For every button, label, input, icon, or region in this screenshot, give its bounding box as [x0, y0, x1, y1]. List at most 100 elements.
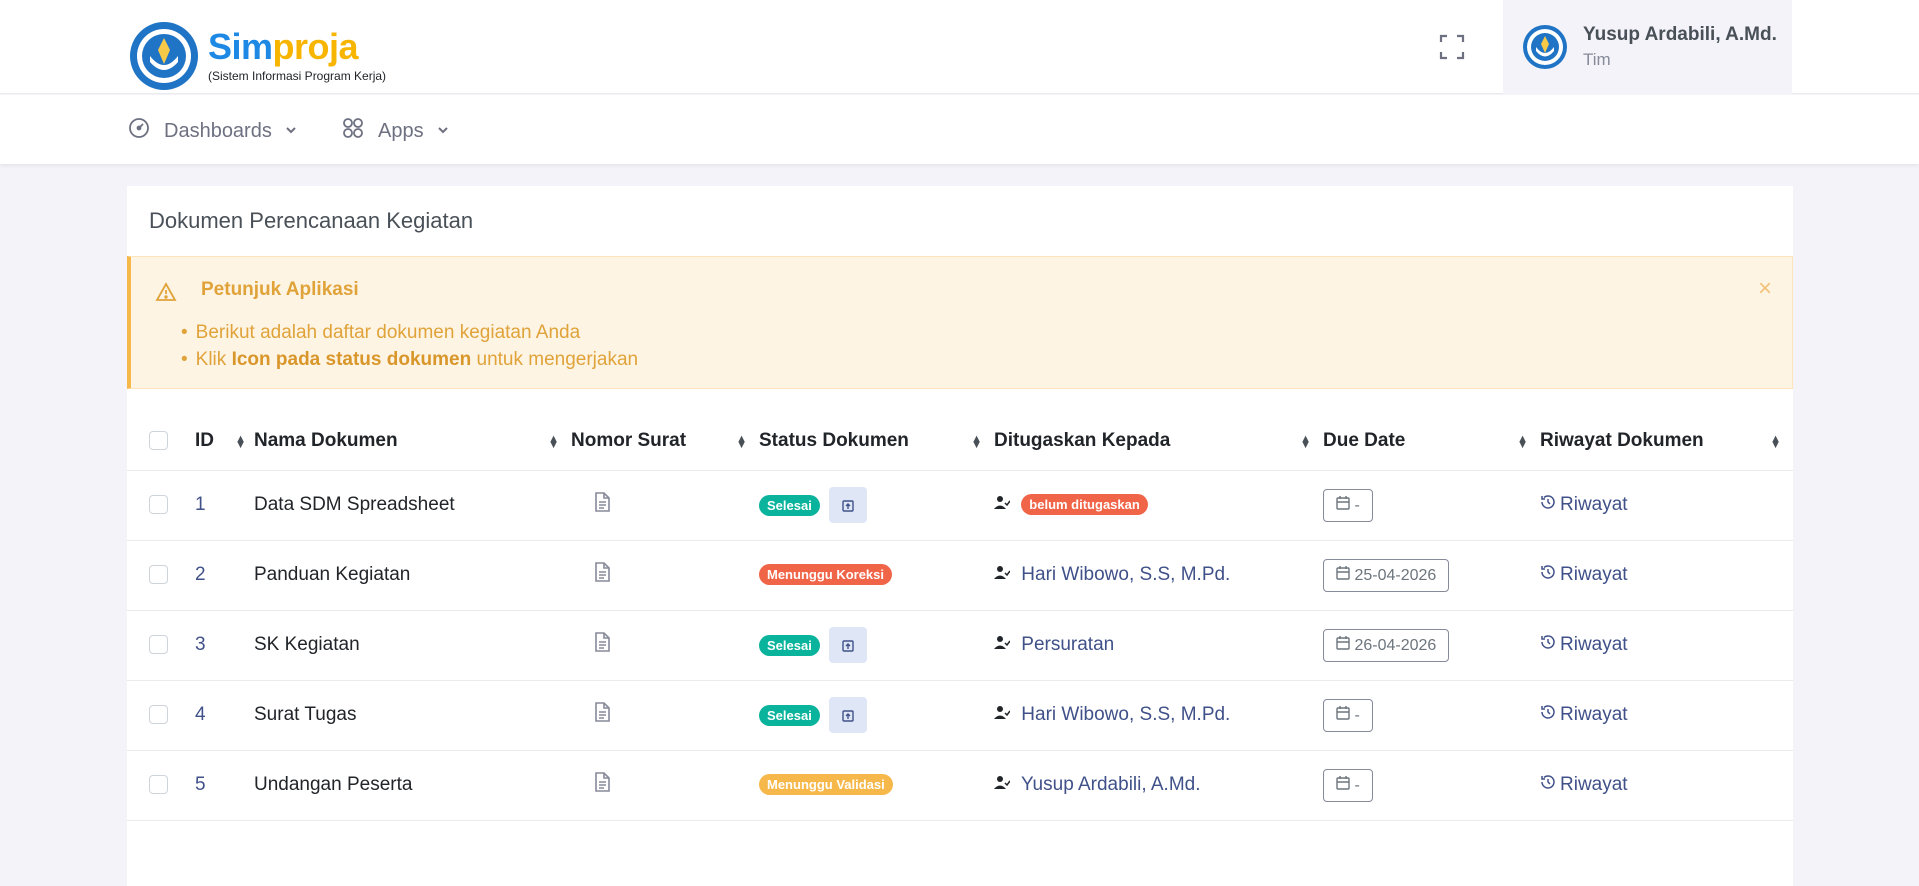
user-profile-dropdown[interactable]: Yusup Ardabili, A.Md. Tim: [1503, 0, 1792, 94]
upload-button[interactable]: [829, 697, 868, 733]
sort-icon[interactable]: ▲ ▼: [971, 434, 982, 451]
page-title: Dokumen Perencanaan Kegiatan: [149, 208, 474, 233]
assignee-link[interactable]: Persuratan: [1021, 634, 1114, 655]
calendar-icon: [1336, 565, 1350, 584]
upload-button[interactable]: [829, 627, 868, 663]
due-date-button[interactable]: -: [1323, 698, 1373, 732]
assignee-link[interactable]: Hari Wibowo, S.S, M.Pd.: [1021, 704, 1230, 725]
table-row[interactable]: 2 Panduan Kegiatan Menunggu Koreksi Hari…: [127, 540, 1793, 611]
chevron-down-icon: [436, 120, 450, 143]
row-checkbox[interactable]: [149, 565, 168, 585]
history-link[interactable]: Riwayat: [1540, 564, 1628, 585]
history-link[interactable]: Riwayat: [1540, 704, 1628, 725]
row-checkbox[interactable]: [149, 495, 168, 515]
due-date-button[interactable]: -: [1323, 488, 1373, 522]
grid-icon: [342, 117, 364, 145]
main-navbar: Dashboards Apps: [0, 95, 1919, 164]
due-date-value: -: [1354, 776, 1360, 794]
user-name: Yusup Ardabili, A.Md.: [1583, 24, 1777, 45]
speedometer-icon: [128, 117, 150, 145]
assignee-cell: belum ditugaskan: [994, 470, 1323, 541]
due-date-button[interactable]: 25-04-2026: [1323, 558, 1450, 592]
document-name: Data SDM Spreadsheet: [254, 470, 571, 541]
nav-apps[interactable]: Apps: [342, 117, 450, 145]
col-header-ditugaskan-kepada[interactable]: Ditugaskan Kepada ▲ ▼: [994, 412, 1323, 471]
history-icon: [1540, 774, 1556, 796]
select-all-checkbox[interactable]: [149, 431, 168, 451]
col-header-id[interactable]: ID ▲ ▼: [195, 412, 254, 471]
status-cell: Selesai: [759, 470, 994, 541]
history-cell: Riwayat: [1540, 610, 1793, 681]
history-cell: Riwayat: [1540, 540, 1793, 611]
nomor-surat-cell: [571, 470, 759, 541]
table-row[interactable]: 3 SK Kegiatan Selesai Persuratan 26-04-2…: [127, 610, 1793, 681]
upload-icon: [841, 707, 855, 728]
table-row[interactable]: 5 Undangan Peserta Menunggu Validasi Yus…: [127, 750, 1793, 821]
row-checkbox[interactable]: [149, 635, 168, 655]
user-assign-icon: [994, 494, 1011, 516]
assignee-cell: Persuratan: [994, 610, 1323, 681]
nomor-surat-cell: [571, 610, 759, 681]
history-link[interactable]: Riwayat: [1540, 494, 1628, 515]
user-assign-icon: [994, 704, 1011, 726]
nav-dashboards[interactable]: Dashboards: [128, 117, 298, 145]
id-cell: 5: [195, 750, 254, 821]
unassigned-badge[interactable]: belum ditugaskan: [1021, 494, 1148, 516]
row-select-cell: [127, 750, 195, 821]
table-row[interactable]: 1 Data SDM Spreadsheet Selesai belum dit…: [127, 470, 1793, 541]
avatar: [1523, 25, 1567, 69]
file-document-icon[interactable]: [591, 491, 613, 519]
user-assign-icon: [994, 564, 1011, 586]
col-header-due-date[interactable]: Due Date ▲ ▼: [1323, 412, 1540, 471]
due-date-button[interactable]: -: [1323, 768, 1373, 802]
app-logo[interactable]: Simproja (Sistem Informasi Program Kerja…: [130, 22, 386, 90]
row-checkbox[interactable]: [149, 705, 168, 725]
sort-icon[interactable]: ▲ ▼: [736, 434, 747, 451]
status-cell: Selesai: [759, 610, 994, 681]
col-header-status-dokumen[interactable]: Status Dokumen ▲ ▼: [759, 412, 994, 471]
document-id-link[interactable]: 1: [195, 494, 206, 515]
history-icon: [1540, 564, 1556, 586]
history-link[interactable]: Riwayat: [1540, 774, 1628, 795]
document-card: Dokumen Perencanaan Kegiatan Petunjuk Ap…: [127, 186, 1793, 886]
col-header-riwayat-dokumen[interactable]: Riwayat Dokumen ▲ ▼: [1540, 412, 1793, 471]
calendar-icon: [1336, 495, 1350, 514]
history-icon: [1540, 634, 1556, 656]
history-link[interactable]: Riwayat: [1540, 634, 1628, 655]
file-document-icon[interactable]: [591, 701, 613, 729]
document-id-link[interactable]: 4: [195, 704, 206, 725]
document-id-link[interactable]: 2: [195, 564, 206, 585]
file-document-icon[interactable]: [591, 771, 613, 799]
assignee-link[interactable]: Yusup Ardabili, A.Md.: [1021, 774, 1201, 795]
nomor-surat-cell: [571, 540, 759, 611]
assignee-link[interactable]: Hari Wibowo, S.S, M.Pd.: [1021, 564, 1230, 585]
file-document-icon[interactable]: [591, 561, 613, 589]
nomor-surat-cell: [571, 680, 759, 751]
sort-icon[interactable]: ▲ ▼: [1517, 434, 1528, 451]
col-header-nomor-surat[interactable]: Nomor Surat ▲ ▼: [571, 412, 759, 471]
sort-icon[interactable]: ▲ ▼: [1770, 434, 1781, 451]
file-document-icon[interactable]: [591, 631, 613, 659]
due-date-button[interactable]: 26-04-2026: [1323, 628, 1450, 662]
upload-button[interactable]: [829, 487, 868, 523]
document-id-link[interactable]: 3: [195, 634, 206, 655]
upload-icon: [841, 497, 855, 518]
sort-icon[interactable]: ▲ ▼: [548, 434, 559, 451]
col-header-nama-dokumen[interactable]: Nama Dokumen ▲ ▼: [254, 412, 571, 471]
due-date-cell: -: [1323, 750, 1540, 821]
row-select-cell: [127, 470, 195, 541]
assignee-cell: Hari Wibowo, S.S, M.Pd.: [994, 540, 1323, 611]
fullscreen-icon[interactable]: [1438, 33, 1466, 61]
table-row[interactable]: 4 Surat Tugas Selesai Hari Wibowo, S.S, …: [127, 680, 1793, 751]
id-cell: 1: [195, 470, 254, 541]
sort-icon[interactable]: ▲ ▼: [235, 434, 246, 451]
row-select-cell: [127, 610, 195, 681]
sort-icon[interactable]: ▲ ▼: [1300, 434, 1311, 451]
nav-apps-label: Apps: [378, 119, 424, 142]
status-badge: Selesai: [759, 634, 820, 656]
close-icon[interactable]: ×: [1758, 275, 1772, 303]
row-checkbox[interactable]: [149, 775, 168, 795]
document-id-link[interactable]: 5: [195, 774, 206, 795]
calendar-icon: [1336, 775, 1350, 794]
document-name: Undangan Peserta: [254, 750, 571, 821]
